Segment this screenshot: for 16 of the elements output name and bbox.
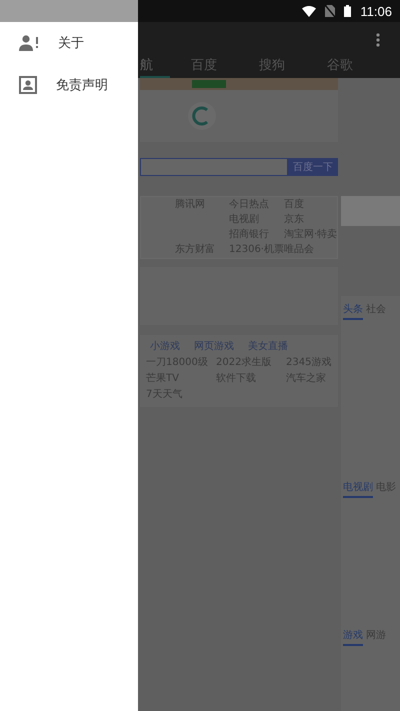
game-tab[interactable]: 游戏 xyxy=(343,628,363,646)
ad-block xyxy=(341,196,400,226)
more-options-icon[interactable] xyxy=(376,33,380,47)
news-tab[interactable]: 头条 xyxy=(343,302,363,320)
search-field[interactable] xyxy=(140,158,288,176)
wifi-icon xyxy=(302,6,316,16)
clock-time: 11:06 xyxy=(360,4,392,18)
portrait-frame-icon xyxy=(19,76,37,94)
drawer-item[interactable]: 关于 xyxy=(0,22,138,64)
logo-icon xyxy=(187,101,217,131)
battery-icon xyxy=(344,5,352,17)
search-button[interactable]: 百度一下 xyxy=(288,158,338,176)
no-sim-icon xyxy=(325,5,336,17)
person-alert-icon xyxy=(19,35,39,51)
video-tab[interactable]: 电视剧 xyxy=(343,480,373,498)
drawer-item[interactable]: 免责声明 xyxy=(0,64,138,106)
